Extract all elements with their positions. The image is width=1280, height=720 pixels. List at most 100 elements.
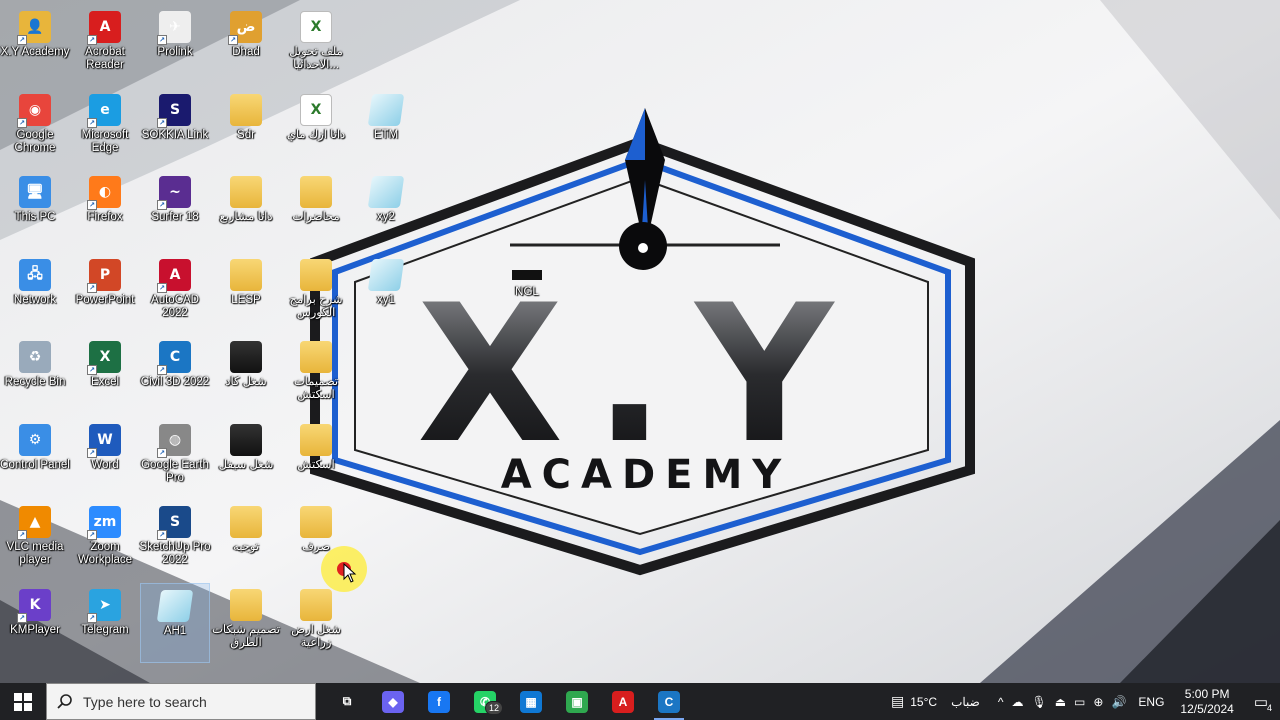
file-icon bbox=[156, 590, 194, 622]
taskbar-app-copilot[interactable]: ◆ bbox=[370, 683, 416, 720]
desktop-icon-label: SOKKIA Link bbox=[141, 129, 209, 141]
desktop-icon-powerpoint[interactable]: P ↗ PowerPoint bbox=[70, 253, 140, 333]
desktop-icon-excel[interactable]: X ↗ Excel bbox=[70, 335, 140, 415]
usb-icon[interactable]: ⏏ bbox=[1051, 683, 1070, 720]
desktop-icon-label: Acrobat Reader bbox=[85, 46, 125, 71]
desktop-icon-google-chrome[interactable]: ◉ ↗ Google Chrome bbox=[0, 88, 70, 168]
desktop-icon-توجيه[interactable]: توجيه bbox=[211, 500, 281, 580]
notification-center-button[interactable]: ▭ 4 bbox=[1242, 683, 1280, 720]
desktop-icon-label: شغل كاد bbox=[225, 376, 267, 388]
taskbar-app-facebook[interactable]: f bbox=[416, 683, 462, 720]
desktop-icon-label: Control Panel bbox=[0, 459, 70, 471]
cloud-icon[interactable]: ☁ bbox=[1007, 683, 1027, 720]
sokkia-icon: S ↗ bbox=[157, 94, 191, 128]
weather-icon: ▤ bbox=[891, 693, 905, 709]
desktop-icon-تصميمات-اسكتش[interactable]: تصميمات اسكتش bbox=[281, 335, 351, 415]
desktop-icon-surfer-18[interactable]: ~ ↗ Surfer 18 bbox=[140, 170, 210, 250]
desktop-icon-label: SketchUp Pro 2022 bbox=[139, 541, 211, 566]
taskbar-pinned-apps: ⧉ ◆ f ✆ 12 ▦ ▣ A C bbox=[324, 683, 692, 720]
desktop-icon-label: Word bbox=[91, 459, 119, 471]
desktop-icon-kmplayer[interactable]: K ↗ KMPlayer bbox=[0, 583, 70, 663]
desktop-icon-شغل-ارض-زراعية[interactable]: شغل ارض زراعية bbox=[281, 583, 351, 663]
powerpoint-icon: P ↗ bbox=[87, 259, 121, 293]
desktop-icon-شرح-برامج-الكورس[interactable]: شرح برامج الكورس bbox=[281, 253, 351, 333]
shortcut-arrow-icon: ↗ bbox=[17, 530, 27, 540]
desktop-icon-ah1[interactable]: AH1 bbox=[140, 583, 210, 663]
weather-widget[interactable]: ▤ 15°C ضباب bbox=[887, 683, 984, 720]
input-language[interactable]: ENG bbox=[1130, 683, 1172, 720]
shortcut-arrow-icon: ↗ bbox=[87, 613, 97, 623]
desktop-icon-label: xy2 bbox=[377, 211, 395, 223]
user-folder-icon: 👤 ↗ bbox=[17, 11, 51, 45]
desktop-icon-xy2[interactable]: xy2 bbox=[351, 170, 421, 250]
desktop-icon-داتا-ازك-ماي[interactable]: X داتا ازك ماي bbox=[281, 88, 351, 168]
desktop-icon-control-panel[interactable]: ⚙ Control Panel bbox=[0, 418, 70, 498]
desktop-icon-ملف-تحويل-الاحداثيا...[interactable]: X ملف تحويل الاحداثيا... bbox=[281, 5, 351, 85]
desktop-icon-vlc-media-player[interactable]: ▲ ↗ VLC media player bbox=[0, 500, 70, 580]
desktop-icon-etm[interactable]: ETM bbox=[351, 88, 421, 168]
desktop-icon-x.y-academy[interactable]: 👤 ↗ X.Y Academy bbox=[0, 5, 70, 85]
clock[interactable]: 5:00 PM 12/5/2024 bbox=[1172, 683, 1241, 720]
desktop-icon-zoom-workplace[interactable]: zm ↗ Zoom Workplace bbox=[70, 500, 140, 580]
desktop-icon-xy1[interactable]: xy1 bbox=[351, 253, 421, 333]
desktop-icon-label: Network bbox=[13, 294, 57, 306]
desktop-icon-label: اسكتش bbox=[297, 459, 335, 471]
battery-icon[interactable]: ▭ bbox=[1070, 683, 1089, 720]
shortcut-arrow-icon: ↗ bbox=[87, 448, 97, 458]
desktop-icon-محاضرات[interactable]: محاضرات bbox=[281, 170, 351, 250]
desktop-icon-label: Google Chrome bbox=[14, 129, 56, 154]
taskbar-app-task-view[interactable]: ⧉ bbox=[324, 683, 370, 720]
desktop-icon-word[interactable]: W ↗ Word bbox=[70, 418, 140, 498]
desktop-icon-ngl[interactable]: NGL bbox=[492, 253, 562, 333]
show-hidden-icons-button[interactable]: ^ bbox=[994, 683, 1008, 720]
desktop-icon-label: تصميم شبكات الطرق bbox=[212, 624, 280, 649]
excel-file-icon: X bbox=[300, 11, 332, 43]
desktop-icon-this-pc[interactable]: 🖥 This PC bbox=[0, 170, 70, 250]
desktop-icon-network[interactable]: 🖧 Network bbox=[0, 253, 70, 333]
desktop-icon-civil-3d-2022[interactable]: C ↗ Civil 3D 2022 bbox=[140, 335, 210, 415]
desktop-icon-prolink[interactable]: ✈ ↗ Prolink bbox=[140, 5, 210, 85]
network-icon[interactable]: ⊕ bbox=[1089, 683, 1107, 720]
taskbar-app-microsoft-store[interactable]: ▦ bbox=[508, 683, 554, 720]
desktop-icon-شغل-سيفل[interactable]: شغل سيفل bbox=[211, 418, 281, 498]
desktop-icon-google-earth-pro[interactable]: ◍ ↗ Google Earth Pro bbox=[140, 418, 210, 498]
desktop-icon-label: Surfer 18 bbox=[151, 211, 199, 223]
taskbar-search-box[interactable]: Type here to search bbox=[46, 683, 316, 720]
shortcut-arrow-icon: ↗ bbox=[87, 283, 97, 293]
chrome-icon: ◉ ↗ bbox=[17, 94, 51, 128]
desktop-icon-autocad-2022[interactable]: A ↗ AutoCAD 2022 bbox=[140, 253, 210, 333]
microphone-icon[interactable]: 🎙 bbox=[1027, 683, 1050, 720]
desktop-icon-label: X.Y Academy bbox=[0, 46, 70, 58]
desktop-icon-microsoft-edge[interactable]: e ↗ Microsoft Edge bbox=[70, 88, 140, 168]
start-button[interactable] bbox=[0, 683, 46, 720]
computer-icon: 🖥 bbox=[19, 176, 51, 208]
desktop-icon-sketchup-pro-2022[interactable]: S ↗ SketchUp Pro 2022 bbox=[140, 500, 210, 580]
desktop-icon-lesp[interactable]: LESP bbox=[211, 253, 281, 333]
desktop-icon-label: Sdr bbox=[237, 129, 255, 141]
desktop-icon-label: ETM bbox=[373, 129, 399, 141]
desktop-icon-داتا-مشاريع[interactable]: داتا مشاريع bbox=[211, 170, 281, 250]
clock-date: 12/5/2024 bbox=[1180, 701, 1234, 716]
taskbar-app-acrobat[interactable]: A bbox=[600, 683, 646, 720]
desktop-icon-sdr[interactable]: Sdr bbox=[211, 88, 281, 168]
desktop-icon-label: AutoCAD 2022 bbox=[151, 294, 199, 319]
shortcut-arrow-icon: ↗ bbox=[17, 613, 27, 623]
desktop-icon-acrobat-reader[interactable]: A ↗ Acrobat Reader bbox=[70, 5, 140, 85]
desktop-icon-recycle-bin[interactable]: ♻ Recycle Bin bbox=[0, 335, 70, 415]
desktop-icon-تصميم-شبكات-الطرق[interactable]: تصميم شبكات الطرق bbox=[211, 583, 281, 663]
desktop-icon-firefox[interactable]: ◐ ↗ Firefox bbox=[70, 170, 140, 250]
desktop-icon-telegram[interactable]: ➤ ↗ Telegram bbox=[70, 583, 140, 663]
network-icon: 🖧 bbox=[19, 259, 51, 291]
desktop-icon-dhad[interactable]: ض ↗ Dhad bbox=[211, 5, 281, 85]
taskbar-app-camtasia[interactable]: ▣ bbox=[554, 683, 600, 720]
folder-icon bbox=[230, 176, 262, 208]
taskbar-app-civil3d[interactable]: C bbox=[646, 683, 692, 720]
desktop-icon-sokkia-link[interactable]: S ↗ SOKKIA Link bbox=[140, 88, 210, 168]
desktop-icon-شغل-كاد[interactable]: شغل كاد bbox=[211, 335, 281, 415]
desktop-icon-label: NGL bbox=[515, 286, 539, 298]
shortcut-arrow-icon: ↗ bbox=[157, 530, 167, 540]
taskbar-app-whatsapp[interactable]: ✆ 12 bbox=[462, 683, 508, 720]
desktop-icon-اسكتش[interactable]: اسكتش bbox=[281, 418, 351, 498]
volume-icon[interactable]: 🔊 bbox=[1107, 683, 1130, 720]
autocad-icon: A ↗ bbox=[157, 259, 191, 293]
